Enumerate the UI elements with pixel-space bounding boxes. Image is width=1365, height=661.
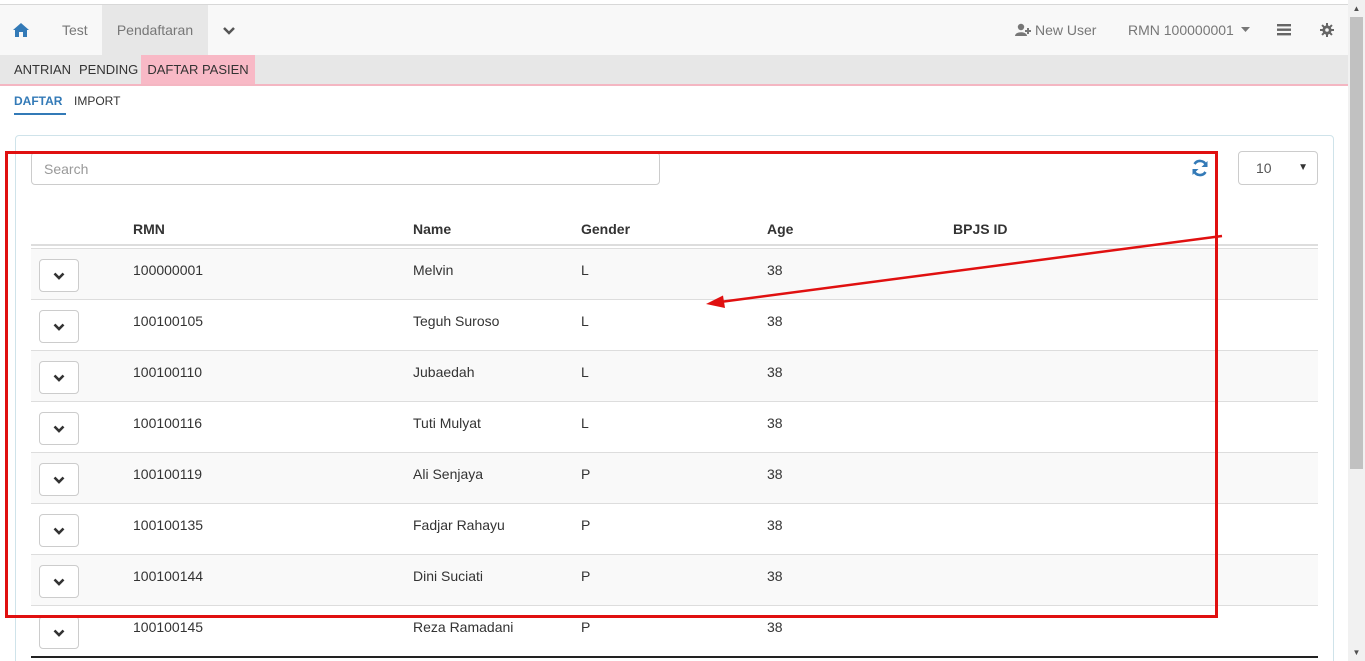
header-name[interactable]: Name (413, 221, 451, 237)
expand-row-button[interactable] (39, 361, 79, 394)
header-gender[interactable]: Gender (581, 221, 630, 237)
sub-navbar: ANTRIAN PENDING DAFTAR PASIEN (0, 55, 1348, 86)
cell-age: 38 (767, 568, 783, 584)
user-rmn-label: RMN 100000001 (1128, 22, 1234, 38)
cell-gender: P (581, 466, 591, 482)
expand-row-button[interactable] (39, 412, 79, 445)
expand-row-button[interactable] (39, 565, 79, 598)
page-size-select[interactable]: 10 ▼ (1238, 151, 1318, 185)
expand-row-button[interactable] (39, 310, 79, 343)
list-icon (1277, 24, 1291, 36)
cell-age: 38 (767, 466, 783, 482)
expand-row-button[interactable] (39, 259, 79, 292)
table-row: 100100105 Teguh Suroso L 38 (31, 299, 1318, 350)
select-caret-icon: ▼ (1298, 162, 1308, 173)
cell-name: Dini Suciati (413, 568, 484, 584)
cell-rmn: 100000001 (133, 262, 204, 278)
home-icon (13, 23, 29, 37)
header-rmn[interactable]: RMN (133, 221, 165, 237)
cell-name: Jubaedah (413, 364, 475, 380)
chevron-down-icon (53, 578, 65, 586)
table-row: 100100119 Ali Senjaya P 38 (31, 452, 1318, 503)
cell-age: 38 (767, 517, 783, 533)
user-rmn-dropdown[interactable]: RMN 100000001 (1128, 5, 1250, 55)
cell-age: 38 (767, 262, 783, 278)
chevron-down-icon (223, 27, 235, 35)
gear-icon (1320, 23, 1334, 37)
chevron-down-icon (53, 272, 65, 280)
expand-row-button[interactable] (39, 616, 79, 649)
add-user-icon (1015, 23, 1031, 36)
cell-rmn: 100100105 (133, 313, 204, 329)
home-link[interactable] (12, 5, 36, 55)
cell-name: Fadjar Rahayu (413, 517, 505, 533)
cell-age: 38 (767, 313, 783, 329)
tab-daftar[interactable]: DAFTAR (14, 94, 67, 115)
list-menu-button[interactable] (1277, 5, 1293, 55)
search-input[interactable] (31, 152, 660, 185)
chevron-down-icon (53, 629, 65, 637)
cell-name: Reza Ramadani (413, 619, 514, 635)
nav-test[interactable]: Test (62, 5, 88, 55)
cell-gender: P (581, 568, 591, 584)
cell-rmn: 100100145 (133, 619, 204, 635)
subnav-daftar-pasien[interactable]: DAFTAR PASIEN (141, 55, 255, 84)
cell-name: Ali Senjaya (413, 466, 484, 482)
cell-age: 38 (767, 364, 783, 380)
scroll-up-arrow-icon[interactable]: ▲ (1348, 0, 1365, 17)
table-row: 100100116 Tuti Mulyat L 38 (31, 401, 1318, 452)
chevron-down-icon (53, 323, 65, 331)
cell-rmn: 100100110 (133, 364, 203, 380)
cell-gender: L (581, 262, 589, 278)
chevron-down-icon (53, 527, 65, 535)
header-age[interactable]: Age (767, 221, 793, 237)
table-row: 100100135 Fadjar Rahayu P 38 (31, 503, 1318, 554)
table-row: 100100144 Dini Suciati P 38 (31, 554, 1318, 605)
nav-pendaftaran[interactable]: Pendaftaran (102, 5, 208, 55)
table-row: 100100145 Reza Ramadani P 38 (31, 605, 1318, 656)
nav-more-dropdown[interactable] (222, 5, 240, 55)
expand-row-button[interactable] (39, 463, 79, 496)
chevron-down-icon (53, 374, 65, 382)
cell-name: Teguh Suroso (413, 313, 500, 329)
cell-age: 38 (767, 619, 783, 635)
header-bpjs-id[interactable]: BPJS ID (953, 221, 1007, 237)
scroll-down-arrow-icon[interactable]: ▼ (1348, 644, 1365, 661)
refresh-button[interactable] (1190, 158, 1210, 178)
cell-age: 38 (767, 415, 783, 431)
scroll-thumb[interactable] (1350, 17, 1363, 469)
chevron-down-icon (53, 476, 65, 484)
content-tabs: DAFTAR IMPORT (0, 87, 1348, 117)
cell-rmn: 100100119 (133, 466, 203, 482)
table-footer-divider (31, 656, 1318, 658)
caret-down-icon (1240, 27, 1250, 32)
table-row: 100100110 Jubaedah L 38 (31, 350, 1318, 401)
cell-name: Melvin (413, 262, 454, 278)
refresh-icon (1192, 159, 1208, 177)
cell-rmn: 100100135 (133, 517, 204, 533)
page-scrollbar[interactable]: ▲ ▼ (1348, 0, 1365, 661)
new-user-button[interactable]: New User (1015, 5, 1096, 55)
tab-import[interactable]: IMPORT (74, 94, 120, 115)
cell-rmn: 100100116 (133, 415, 203, 431)
cell-gender: L (581, 313, 589, 329)
page-size-value: 10 (1256, 160, 1272, 176)
cell-gender: L (581, 364, 589, 380)
new-user-label: New User (1035, 22, 1097, 38)
cell-gender: P (581, 619, 591, 635)
settings-button[interactable] (1320, 5, 1336, 55)
expand-row-button[interactable] (39, 514, 79, 547)
table-header: RMN Name Gender Age BPJS ID (31, 212, 1318, 246)
top-navbar: Test Pendaftaran New User RMN 100000001 (0, 4, 1348, 55)
subnav-antrian[interactable]: ANTRIAN (14, 55, 71, 84)
chevron-down-icon (53, 425, 65, 433)
table-row: 100000001 Melvin L 38 (31, 248, 1318, 299)
cell-rmn: 100100144 (133, 568, 204, 584)
subnav-pending[interactable]: PENDING (79, 55, 138, 84)
cell-name: Tuti Mulyat (413, 415, 481, 431)
cell-gender: L (581, 415, 589, 431)
cell-gender: P (581, 517, 591, 533)
